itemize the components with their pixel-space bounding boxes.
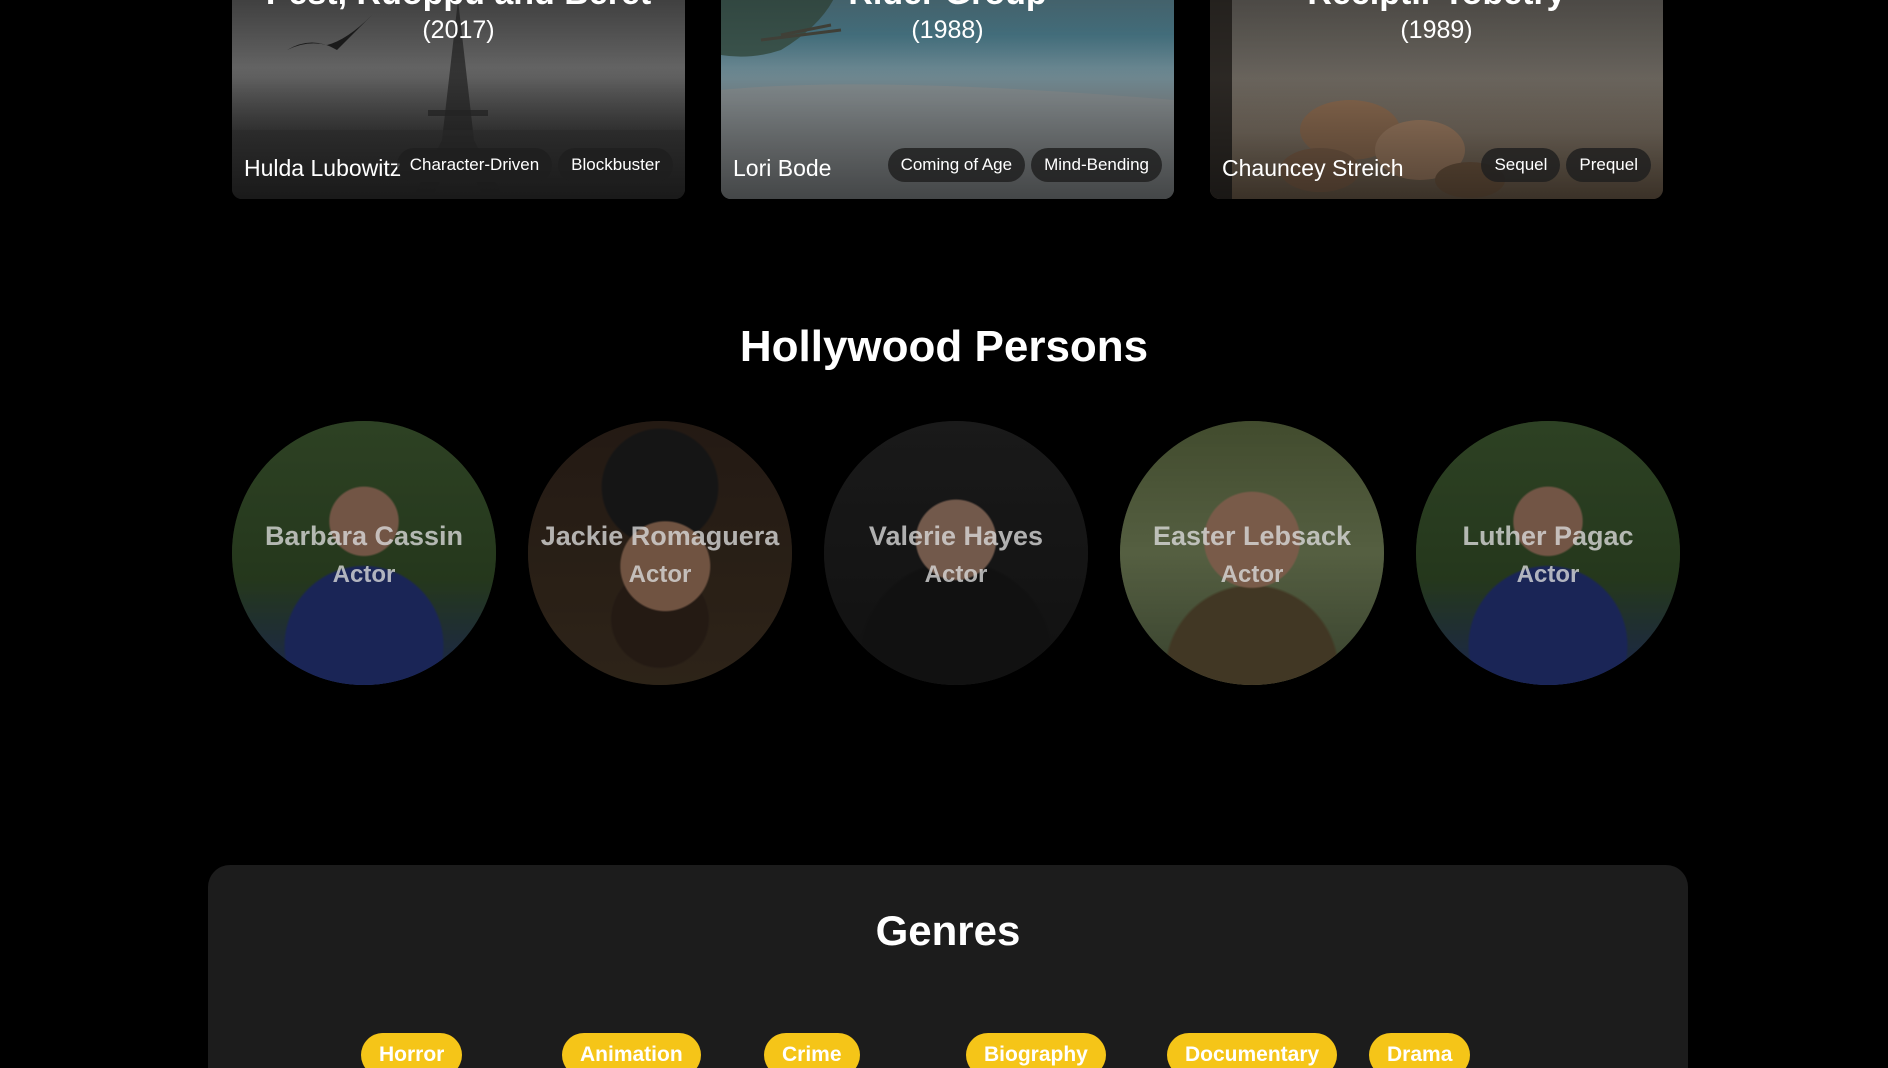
movie-title: Pest, Ruoppu and Beret	[232, 0, 685, 13]
photo-overlay	[824, 421, 1088, 685]
movie-tag[interactable]: Prequel	[1566, 148, 1651, 182]
person-name: Easter Lebsack	[1152, 521, 1352, 551]
person-card[interactable]: Valerie Hayes Actor	[824, 421, 1088, 685]
movie-card[interactable]: Rider Group (1988) Lori Bode Coming of A…	[721, 0, 1174, 199]
movie-tag[interactable]: Coming of Age	[887, 148, 1026, 182]
movie-author[interactable]: Chauncey Streich	[1222, 155, 1404, 182]
person-card[interactable]: Luther Pagac Actor	[1416, 421, 1680, 685]
persons-row: Barbara Cassin Actor Jackie Romaguera Ac…	[232, 421, 1680, 685]
movie-cards-row: Pest, Ruoppu and Beret (2017) Hulda Lubo…	[232, 0, 1664, 199]
movie-year: (1989)	[1400, 16, 1473, 44]
genre-chip[interactable]: Crime	[764, 1033, 860, 1068]
movie-tags: Coming of Age Mind-Bending	[887, 148, 1162, 182]
movie-card[interactable]: Pest, Ruoppu and Beret (2017) Hulda Lubo…	[232, 0, 685, 199]
person-role: Actor	[1220, 561, 1284, 588]
movie-tag[interactable]: Character-Driven	[396, 148, 553, 182]
movie-tags: Character-Driven Blockbuster	[396, 148, 673, 182]
person-role: Actor	[628, 561, 692, 588]
genres-panel: Genres Horror Animation Crime Biography …	[208, 865, 1688, 1068]
movie-title: Rider Group	[721, 0, 1174, 13]
photo-overlay	[232, 421, 496, 685]
genre-chip[interactable]: Documentary	[1167, 1033, 1338, 1068]
page: Pest, Ruoppu and Beret (2017) Hulda Lubo…	[0, 0, 1888, 1068]
person-role: Actor	[1516, 561, 1580, 588]
photo-overlay	[1416, 421, 1680, 685]
genre-chip[interactable]: Biography	[966, 1033, 1106, 1068]
movie-tag[interactable]: Mind-Bending	[1031, 148, 1162, 182]
movie-tag[interactable]: Blockbuster	[558, 148, 673, 182]
persons-section-title: Hollywood Persons	[739, 322, 1149, 371]
person-name: Luther Pagac	[1462, 521, 1634, 551]
genre-chip[interactable]: Drama	[1369, 1033, 1471, 1068]
movie-card[interactable]: Reciptir Tobetry (1989) Chauncey Streich…	[1210, 0, 1663, 199]
person-card[interactable]: Barbara Cassin Actor	[232, 421, 496, 685]
genres-section-title: Genres	[875, 907, 1021, 954]
person-name: Valerie Hayes	[868, 521, 1044, 551]
person-name: Jackie Romaguera	[540, 521, 780, 551]
genre-chip[interactable]: Animation	[562, 1033, 701, 1068]
photo-overlay	[1120, 421, 1384, 685]
movie-author[interactable]: Lori Bode	[733, 155, 831, 182]
person-card[interactable]: Easter Lebsack Actor	[1120, 421, 1384, 685]
genre-chip[interactable]: Horror	[361, 1033, 463, 1068]
movie-tag[interactable]: Sequel	[1481, 148, 1561, 182]
movie-tags: Sequel Prequel	[1481, 148, 1651, 182]
person-role: Actor	[924, 561, 988, 588]
photo-overlay	[528, 421, 792, 685]
movie-author[interactable]: Hulda Lubowitz	[244, 155, 401, 182]
person-role: Actor	[332, 561, 396, 588]
movie-year: (2017)	[422, 16, 495, 44]
person-name: Barbara Cassin	[264, 521, 464, 551]
movie-year: (1988)	[911, 16, 984, 44]
movie-title: Reciptir Tobetry	[1210, 0, 1663, 13]
person-card[interactable]: Jackie Romaguera Actor	[528, 421, 792, 685]
